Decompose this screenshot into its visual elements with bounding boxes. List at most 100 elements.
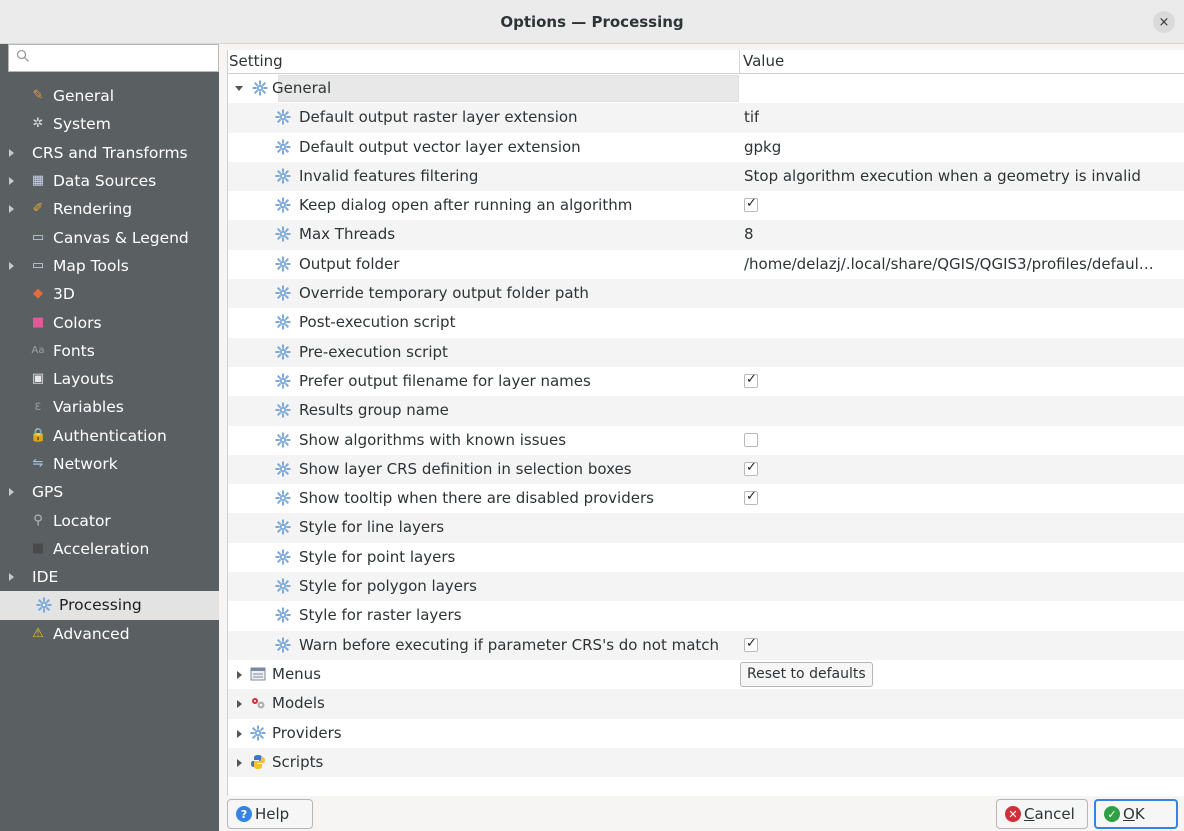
sidebar-item-data-sources[interactable]: ▦ Data Sources — [0, 167, 219, 195]
sidebar-item-acceleration[interactable]: ■ Acceleration — [0, 535, 219, 563]
table-row[interactable]: Prefer output filename for layer names ✓ — [228, 367, 1184, 396]
table-row[interactable]: Show layer CRS definition in selection b… — [228, 454, 1184, 485]
sidebar-item-canvas-legend[interactable]: ▭ Canvas & Legend — [0, 223, 219, 251]
collapse-arrow-icon[interactable] — [235, 86, 243, 91]
setting-value[interactable]: tif — [744, 103, 759, 132]
table-row[interactable]: Menus Reset to defaults — [228, 660, 1184, 689]
sidebar-item-label: Data Sources — [53, 172, 157, 191]
gear-icon — [250, 725, 266, 741]
setting-checkbox[interactable]: ✓ — [744, 459, 758, 476]
setting-value[interactable]: gpkg — [744, 133, 781, 162]
expand-arrow-icon[interactable] — [9, 205, 14, 214]
table-row[interactable]: Invalid features filtering Stop algorithm… — [228, 161, 1184, 192]
options-sidebar: ✎ General ✲ System CRS and Transforms ▦ Data S… — [0, 44, 219, 831]
sidebar-item-label: Layouts — [53, 370, 114, 389]
table-row[interactable]: Default output raster layer extension tif — [228, 103, 1184, 133]
table-row[interactable]: Post-execution script — [228, 308, 1184, 337]
sidebar-item-layouts[interactable]: ▣ Layouts — [0, 365, 219, 393]
table-row[interactable]: Style for point layers — [228, 543, 1184, 572]
table-row[interactable]: Output folder/home/delazj/.local/share/Q… — [228, 250, 1184, 279]
gear-icon — [275, 549, 291, 565]
checkmark-icon: ✓ — [746, 459, 757, 475]
table-row[interactable]: Keep dialog open after running an algori… — [228, 191, 1184, 220]
gear-icon — [275, 314, 291, 330]
expand-arrow-icon[interactable] — [237, 729, 242, 738]
setting-value[interactable]: 8 — [744, 220, 754, 249]
table-row[interactable]: Pre-execution script — [228, 337, 1184, 367]
sidebar-item-general[interactable]: ✎ General — [0, 82, 219, 110]
table-row[interactable]: Show algorithms with known issues — [228, 426, 1184, 455]
setting-label: Override temporary output folder path — [299, 284, 589, 303]
table-row[interactable]: Style for line layers — [228, 513, 1184, 543]
expand-arrow-icon[interactable] — [237, 758, 242, 767]
table-row[interactable]: Default output vector layer extension gpk… — [228, 133, 1184, 162]
gear-icon — [275, 226, 291, 242]
system-icon: ✲ — [32, 116, 44, 132]
setting-label: Show layer CRS definition in selection b… — [299, 459, 632, 478]
checkmark-icon: ✓ — [746, 635, 757, 651]
table-row[interactable]: Scripts — [228, 747, 1184, 778]
group-label-menus: Menus — [272, 664, 321, 683]
close-button[interactable]: × — [1153, 11, 1175, 33]
sidebar-item-authentication[interactable]: 🔒 Authentication — [0, 422, 219, 450]
table-row[interactable]: Style for raster layers — [228, 601, 1184, 630]
column-header-value[interactable]: Value — [743, 50, 784, 74]
table-row[interactable]: Providers — [228, 719, 1184, 748]
expand-arrow-icon[interactable] — [9, 261, 14, 270]
table-row[interactable]: Override temporary output folder path — [228, 279, 1184, 309]
gear-icon — [275, 461, 291, 477]
expand-arrow-icon[interactable] — [9, 573, 14, 582]
gear-icon — [275, 344, 291, 360]
setting-checkbox[interactable]: ✓ — [744, 371, 758, 388]
setting-value[interactable]: /home/delazj/.local/share/QGIS/QGIS3/pro… — [744, 250, 1154, 279]
sidebar-item-system[interactable]: ✲ System — [0, 110, 219, 138]
setting-value[interactable]: Stop algorithm execution when a geometry… — [744, 162, 1141, 191]
column-header-setting[interactable]: Setting — [229, 50, 283, 74]
sidebar-item-ide[interactable]: IDE — [0, 563, 219, 591]
search-icon — [16, 49, 29, 62]
sidebar-item-map-tools[interactable]: ▭ Map Tools — [0, 252, 219, 280]
expand-arrow-icon[interactable] — [9, 148, 14, 157]
ok-button[interactable]: ✓ OK — [1094, 799, 1178, 829]
sidebar-item-network[interactable]: ⇋ Network — [0, 450, 219, 478]
gear-icon — [275, 578, 291, 594]
setting-label: Default output vector layer extension — [299, 137, 581, 156]
table-row[interactable]: General — [228, 74, 1184, 103]
expand-arrow-icon[interactable] — [237, 700, 242, 709]
sidebar-item-label: Canvas & Legend — [53, 228, 189, 247]
sidebar-item-gps[interactable]: GPS — [0, 478, 219, 506]
sidebar-item-rendering[interactable]: ✐ Rendering — [0, 195, 219, 223]
setting-checkbox[interactable]: ✓ — [744, 489, 758, 506]
checkmark-icon: ✓ — [746, 196, 757, 212]
table-row[interactable]: Models — [228, 689, 1184, 719]
sidebar-item-label: Network — [53, 455, 118, 473]
reset-to-defaults-button[interactable]: Reset to defaults — [740, 661, 873, 687]
table-row[interactable]: Style for polygon layers — [228, 572, 1184, 602]
expand-arrow-icon[interactable] — [9, 176, 14, 185]
gear-icon — [275, 256, 291, 272]
setting-checkbox[interactable] — [744, 432, 758, 447]
sidebar-item-3d[interactable]: ◆ 3D — [0, 280, 219, 308]
sidebar-item-crs-and-transforms[interactable]: CRS and Transforms — [0, 139, 219, 167]
search-input[interactable] — [8, 44, 219, 72]
cancel-button[interactable]: ✕ Cancel — [996, 799, 1088, 829]
expand-arrow-icon[interactable] — [9, 488, 14, 497]
sidebar-item-colors[interactable]: ■ Colors — [0, 308, 219, 336]
table-row[interactable]: Warn before executing if parameter CRS's… — [228, 630, 1184, 660]
setting-checkbox[interactable]: ✓ — [744, 635, 758, 652]
setting-checkbox[interactable]: ✓ — [744, 196, 758, 213]
expand-arrow-icon[interactable] — [237, 670, 242, 679]
sidebar-item-fonts[interactable]: Aa Fonts — [0, 337, 219, 365]
sidebar-item-label: Locator — [53, 511, 111, 530]
sidebar-item-locator[interactable]: ⚲ Locator — [0, 506, 219, 534]
checkmark-icon: ✓ — [746, 371, 757, 387]
table-row[interactable]: Show tooltip when there are disabled pro… — [228, 484, 1184, 513]
table-row[interactable]: Results group name — [228, 396, 1184, 426]
sidebar-item-processing[interactable]: Processing — [0, 591, 219, 620]
help-button[interactable]: ? Help — [227, 799, 313, 829]
splitter-handle[interactable] — [219, 44, 227, 831]
sidebar-item-variables[interactable]: ε Variables — [0, 393, 219, 421]
table-row[interactable]: Max Threads 8 — [228, 220, 1184, 250]
sidebar-item-advanced[interactable]: ⚠ Advanced — [0, 620, 219, 648]
gear-icon — [275, 139, 291, 155]
